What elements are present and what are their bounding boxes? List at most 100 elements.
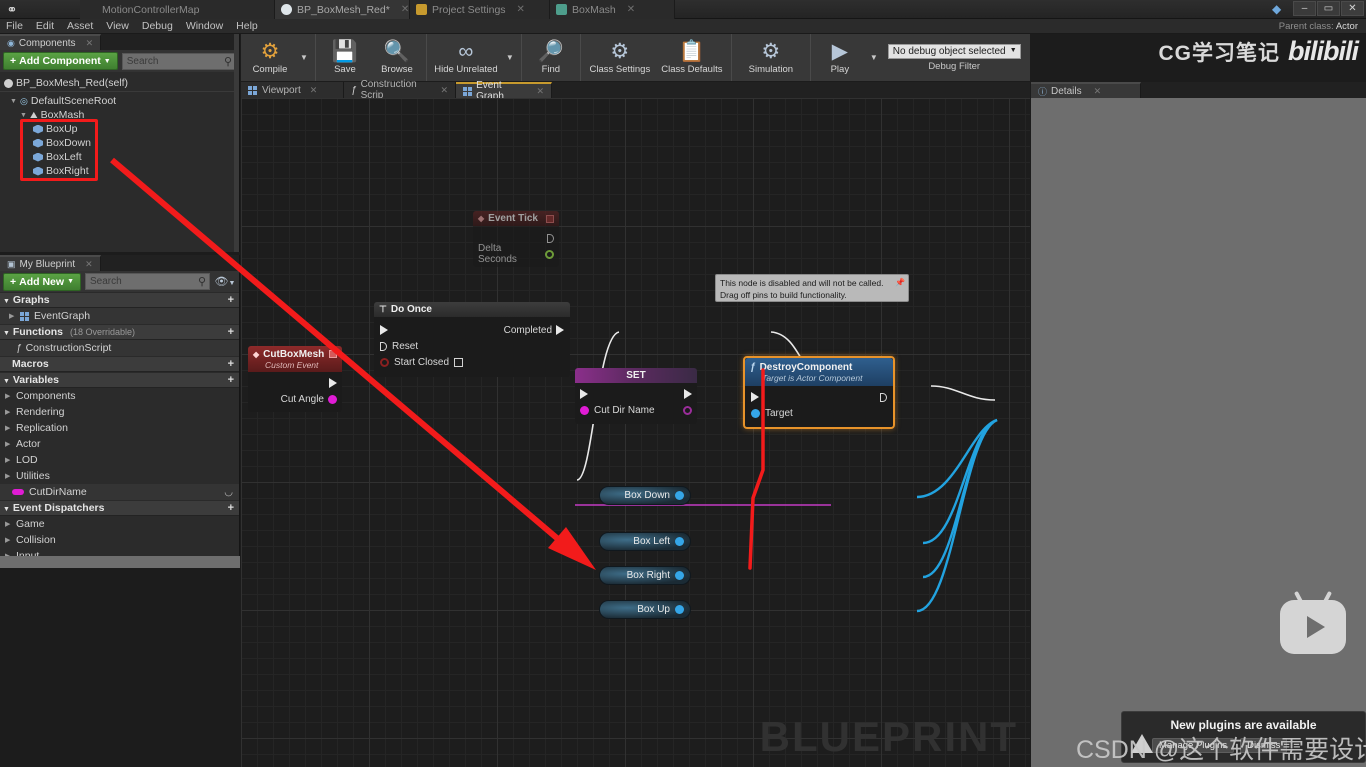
find-button[interactable]: 🔎 Find [525,34,577,81]
menu-item-view[interactable]: View [106,20,129,32]
save-button[interactable]: 💾 Save [319,34,371,81]
list-item-utilities[interactable]: ▶ Utilities [0,468,239,484]
close-icon[interactable]: ✕ [86,38,94,49]
static-mesh-icon [33,138,43,148]
add-macro-button[interactable]: + [228,358,239,370]
tab-close-icon[interactable]: ✕ [627,4,635,15]
section-graphs[interactable]: ▼ Graphs + [0,292,239,308]
chevron-right-icon[interactable]: ▶ [5,520,12,528]
toolbar-group-simulation: ⚙ Simulation [732,34,811,81]
hide-unrelated-button[interactable]: ∞ Hide Unrelated [430,34,502,81]
tree-row-boxright[interactable]: BoxRight [0,164,239,178]
variable-visibility-icon[interactable]: ◡ [224,487,233,498]
chevron-down-icon[interactable]: ▼ [20,112,27,119]
tree-row-boxdown[interactable]: BoxDown [0,136,239,150]
tab-details[interactable]: ⓘ Details ✕ [1031,82,1141,98]
chevron-down-icon: ▼ [1009,46,1017,54]
list-item-game[interactable]: ▶ Game [0,516,239,532]
event-graph-canvas[interactable]: BLUEPRINT This node is disabled and will… [241,98,1030,767]
chevron-down-icon[interactable]: ▼ [10,98,17,105]
list-item-constructionscript[interactable]: ƒ ConstructionScript [0,340,239,356]
add-component-button[interactable]: + Add Component ▼ [3,52,118,70]
tree-row-boxup[interactable]: BoxUp [0,122,239,136]
class-settings-label: Class Settings [589,64,651,75]
list-item-eventgraph[interactable]: ▶ EventGraph [0,308,239,324]
my-blueprint-search-input[interactable]: Search ⚲ [85,273,210,290]
chevron-right-icon[interactable]: ▶ [9,312,16,320]
add-new-button[interactable]: + Add New ▼ [3,272,81,291]
search-placeholder: Search [126,55,159,67]
chevron-right-icon[interactable]: ▶ [5,536,12,544]
debug-object-select[interactable]: No debug object selected ▼ [887,43,1021,59]
tree-row-boxmash[interactable]: ▼ ⛰ BoxMash [0,108,239,122]
chevron-right-icon[interactable]: ▶ [5,440,12,448]
components-search-input[interactable]: Search ⚲ [121,52,236,70]
menu-item-window[interactable]: Window [186,20,223,32]
add-function-button[interactable]: + [228,326,239,338]
compile-button[interactable]: ⚙ Compile [244,34,296,81]
tree-row-self[interactable]: BP_BoxMesh_Red(self) [0,75,239,92]
components-scrollbar[interactable] [234,34,239,252]
add-graph-button[interactable]: + [228,294,239,306]
browse-button[interactable]: 🔍 Browse [371,34,423,81]
list-item-rendering[interactable]: ▶ Rendering [0,404,239,420]
close-icon[interactable]: ✕ [310,85,318,96]
tab-my-blueprint[interactable]: ▣ My Blueprint ✕ [0,255,101,271]
menu-item-edit[interactable]: Edit [36,20,54,32]
chevron-right-icon[interactable]: ▶ [5,456,12,464]
list-item-components[interactable]: ▶ Components [0,388,239,404]
minimize-button[interactable]: – [1293,1,1316,16]
tree-row-boxleft[interactable]: BoxLeft [0,150,239,164]
list-item-lod[interactable]: ▶ LOD [0,452,239,468]
menu-item-asset[interactable]: Asset [67,20,93,32]
add-variable-button[interactable]: + [228,374,239,386]
chevron-right-icon[interactable]: ▶ [5,392,12,400]
chevron-down-icon: ▼ [67,278,74,285]
close-button[interactable]: ✕ [1341,1,1364,16]
tab-construction-script[interactable]: ƒ Construction Scrip ✕ [344,79,456,101]
chevron-right-icon[interactable]: ▶ [5,472,12,480]
section-macros[interactable]: Macros + [0,356,239,372]
chevron-right-icon[interactable]: ▶ [5,408,12,416]
tab-viewport[interactable]: Viewport ✕ [241,82,344,98]
tree-row-defaultsceneroot[interactable]: ▼ ◎ DefaultSceneRoot [0,94,239,108]
section-event-dispatchers[interactable]: ▼ Event Dispatchers + [0,500,239,516]
class-defaults-label: Class Defaults [661,64,723,75]
menu-item-debug[interactable]: Debug [142,20,173,32]
chevron-right-icon[interactable]: ▶ [5,424,12,432]
visibility-eye-icon[interactable]: 👁▼ [214,275,236,288]
compile-dropdown-caret-icon[interactable]: ▼ [296,34,312,81]
menu-item-help[interactable]: Help [236,20,258,32]
list-item-collision[interactable]: ▶ Collision [0,532,239,548]
maximize-button[interactable]: ▭ [1317,1,1340,16]
section-variables[interactable]: ▼ Variables + [0,372,239,388]
list-item-actor[interactable]: ▶ Actor [0,436,239,452]
collapse-arrow-icon[interactable]: ▼ [3,330,10,337]
simulation-button[interactable]: ⚙ Simulation [735,34,807,81]
tab-close-icon[interactable]: ✕ [517,4,525,15]
close-icon[interactable]: ✕ [440,85,448,96]
close-icon[interactable]: ✕ [1094,86,1102,97]
class-defaults-button[interactable]: 📋 Class Defaults [656,34,728,81]
close-icon[interactable]: ✕ [536,86,544,97]
collapse-arrow-icon[interactable]: ▼ [3,378,10,385]
list-item-replication[interactable]: ▶ Replication [0,420,239,436]
play-button[interactable]: ▶ Play [814,34,866,81]
class-settings-button[interactable]: ⚙ Class Settings [584,34,656,81]
unreal-logo-icon: ⚭ [6,2,18,17]
section-functions[interactable]: ▼ Functions (18 Overridable) + [0,324,239,340]
collapse-arrow-icon[interactable]: ▼ [3,506,10,513]
window-tab-motioncontrollermap[interactable]: MotionControllerMap [80,0,275,19]
tab-components[interactable]: ◉ Components ✕ [0,34,102,50]
list-item-cutdirname[interactable]: CutDirName ◡ [0,484,239,500]
hide-unrelated-dropdown-caret-icon[interactable]: ▼ [502,34,518,81]
window-tab-project-settings[interactable]: Project Settings ✕ [410,0,550,19]
close-icon[interactable]: ✕ [85,259,93,270]
tab-event-graph[interactable]: Event Graph ✕ [456,80,552,102]
window-tab-boxmash[interactable]: BoxMash ✕ [550,0,675,19]
collapse-arrow-icon[interactable]: ▼ [3,298,10,305]
menu-item-file[interactable]: File [6,20,23,32]
play-dropdown-caret-icon[interactable]: ▼ [866,34,882,81]
parent-class-value[interactable]: Actor [1336,21,1358,32]
add-dispatcher-button[interactable]: + [228,502,239,514]
